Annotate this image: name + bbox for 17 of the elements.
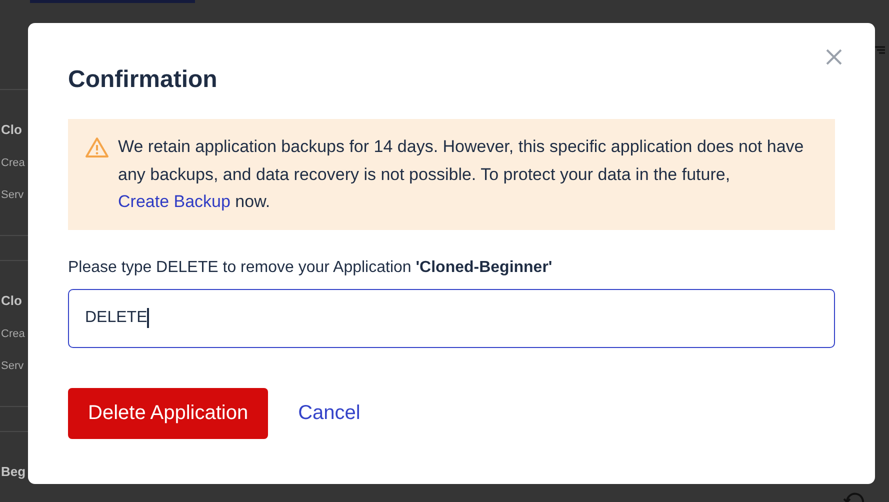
filter-icon (875, 46, 885, 54)
delete-button[interactable]: Delete Application (68, 388, 268, 438)
dialog-title: Confirmation (68, 65, 218, 95)
warning-message: We retain application backups for 14 days. However, this specific application does not have any backups, and data recovery is not possible. To protect your data in the future, Create Backup now. (118, 136, 805, 213)
app-title: Clo (1, 292, 22, 310)
app-detail: Crea (1, 327, 25, 342)
app-detail: Crea (1, 156, 25, 171)
app-detail: Serv (1, 188, 24, 203)
close-icon[interactable] (826, 49, 842, 65)
delete-prompt: Please type DELETE to remove your Application 'Cloned-Beginner' (68, 258, 554, 278)
warning-icon (85, 137, 109, 158)
app-title: Beg (1, 463, 26, 481)
cancel-button[interactable]: Cancel (298, 398, 360, 428)
confirmation-input[interactable]: DELETE (68, 288, 835, 348)
app-title: Clo (1, 121, 22, 139)
create-backup-link[interactable]: Create Backup (118, 192, 230, 211)
app-detail: Serv (1, 359, 24, 374)
